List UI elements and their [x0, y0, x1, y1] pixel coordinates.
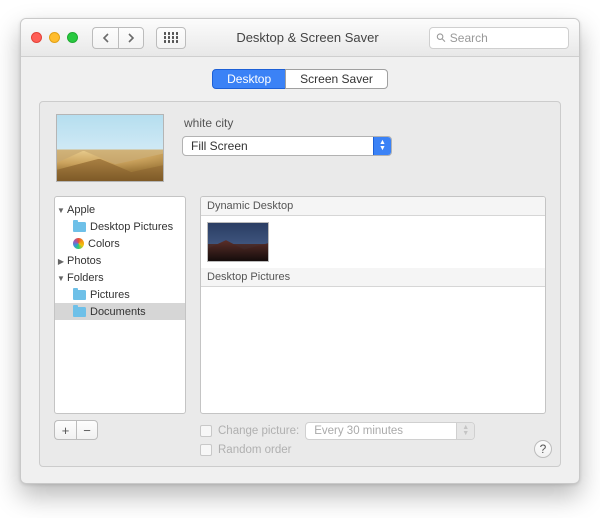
random-order-checkbox: [200, 444, 212, 456]
tab-desktop[interactable]: Desktop: [212, 69, 286, 89]
chevron-right-icon: [127, 33, 135, 43]
traffic-lights: [31, 32, 78, 43]
disclosure-arrow-icon: [55, 273, 67, 283]
folder-icon: [73, 307, 86, 317]
remove-folder-button[interactable]: −: [76, 420, 98, 440]
forward-button[interactable]: [118, 27, 144, 49]
fit-mode-value: Fill Screen: [183, 139, 373, 153]
change-interval-select: Every 30 minutes ▲▼: [305, 422, 475, 440]
change-picture-checkbox[interactable]: [200, 425, 212, 437]
search-field[interactable]: [429, 27, 569, 49]
sidebar-item-colors[interactable]: Colors: [55, 235, 185, 252]
sidebar-item-photos[interactable]: Photos: [55, 252, 185, 269]
zoom-window-button[interactable]: [67, 32, 78, 43]
sidebar-label: Desktop Pictures: [90, 221, 173, 233]
sidebar-label: Photos: [67, 255, 101, 267]
wallpaper-name: white city: [184, 116, 544, 130]
disclosure-arrow-icon: [55, 205, 67, 215]
back-button[interactable]: [92, 27, 118, 49]
empty-grid-area: [201, 287, 545, 413]
sidebar-label: Folders: [67, 272, 104, 284]
help-button[interactable]: ?: [534, 440, 552, 458]
chevron-left-icon: [102, 33, 110, 43]
show-all-button[interactable]: [156, 27, 186, 49]
sidebar-item-folders[interactable]: Folders: [55, 269, 185, 286]
desktop-panel: white city Fill Screen ▲▼ Apple: [39, 101, 561, 467]
tab-screensaver[interactable]: Screen Saver: [285, 69, 388, 89]
color-wheel-icon: [73, 238, 84, 249]
titlebar: Desktop & Screen Saver: [21, 19, 579, 57]
search-icon: [436, 32, 446, 43]
updown-arrows-icon: ▲▼: [456, 423, 474, 439]
sidebar-item-documents[interactable]: Documents: [55, 303, 185, 320]
change-picture-label: Change picture:: [218, 425, 299, 437]
add-folder-button[interactable]: +: [54, 420, 76, 440]
section-dynamic-desktop: Dynamic Desktop: [201, 197, 545, 216]
grid-icon: [164, 32, 179, 43]
random-order-label: Random order: [218, 444, 292, 456]
change-interval-value: Every 30 minutes: [306, 425, 456, 437]
sidebar-item-pictures[interactable]: Pictures: [55, 286, 185, 303]
minimize-window-button[interactable]: [49, 32, 60, 43]
section-desktop-pictures: Desktop Pictures: [201, 268, 545, 287]
sidebar-item-desktop-pictures[interactable]: Desktop Pictures: [55, 218, 185, 235]
sidebar-label: Documents: [90, 306, 146, 318]
window-title: Desktop & Screen Saver: [194, 30, 421, 45]
nav-buttons: [92, 27, 144, 49]
wallpaper-thumbnail[interactable]: [207, 222, 269, 262]
preferences-window: Desktop & Screen Saver Desktop Screen Sa…: [20, 18, 580, 484]
sidebar-label: Apple: [67, 204, 95, 216]
updown-arrows-icon: ▲▼: [373, 137, 391, 155]
wallpaper-preview: [56, 114, 164, 182]
close-window-button[interactable]: [31, 32, 42, 43]
sidebar-item-apple[interactable]: Apple: [55, 201, 185, 218]
sidebar-label: Pictures: [90, 289, 130, 301]
folder-icon: [73, 290, 86, 300]
content-area: Desktop Screen Saver white city Fill Scr…: [21, 57, 579, 483]
source-sidebar[interactable]: Apple Desktop Pictures Colors Photo: [54, 196, 186, 414]
wallpaper-grid: Dynamic Desktop Desktop Pictures: [200, 196, 546, 414]
folder-icon: [73, 222, 86, 232]
disclosure-arrow-icon: [55, 256, 67, 266]
sidebar-label: Colors: [88, 238, 120, 250]
fit-mode-select[interactable]: Fill Screen ▲▼: [182, 136, 392, 156]
search-input[interactable]: [450, 31, 562, 45]
tab-bar: Desktop Screen Saver: [39, 69, 561, 89]
